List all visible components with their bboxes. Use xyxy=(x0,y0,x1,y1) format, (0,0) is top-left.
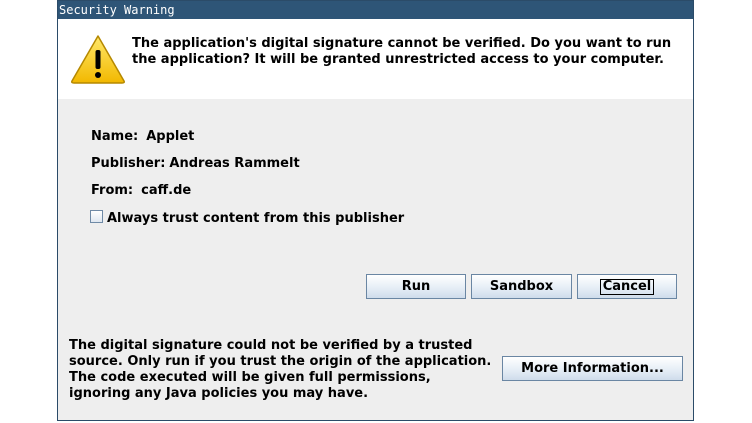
warning-message: The application's digital signature cann… xyxy=(132,36,672,67)
warning-triangle-icon xyxy=(71,35,125,84)
cancel-button-label: Cancel xyxy=(599,279,655,295)
cancel-button[interactable]: Cancel xyxy=(577,274,677,299)
from-value: caff.de xyxy=(141,183,192,198)
always-trust-checkbox[interactable] xyxy=(90,210,103,223)
footer-message: The digital signature could not be verif… xyxy=(69,338,492,401)
detail-publisher: Publisher: Andreas Rammelt xyxy=(91,156,300,171)
detail-name: Name: Applet xyxy=(91,129,194,144)
from-label: From: xyxy=(91,183,134,198)
name-value: Applet xyxy=(146,129,195,144)
name-label: Name: xyxy=(91,129,139,144)
security-warning-dialog: Security Warning The application's digit… xyxy=(57,0,694,421)
window-title: Security Warning xyxy=(59,3,175,17)
title-bar[interactable]: Security Warning xyxy=(58,1,693,19)
sandbox-button[interactable]: Sandbox xyxy=(471,274,572,299)
warning-header: The application's digital signature cann… xyxy=(58,19,693,99)
publisher-label: Publisher: xyxy=(91,156,166,171)
run-button[interactable]: Run xyxy=(366,274,466,299)
publisher-value: Andreas Rammelt xyxy=(169,156,300,171)
more-information-button[interactable]: More Information... xyxy=(502,356,683,381)
always-trust-label: Always trust content from this publisher xyxy=(107,211,405,226)
always-trust-option[interactable]: Always trust content from this publisher xyxy=(90,210,404,226)
detail-from: From: caff.de xyxy=(91,183,191,198)
